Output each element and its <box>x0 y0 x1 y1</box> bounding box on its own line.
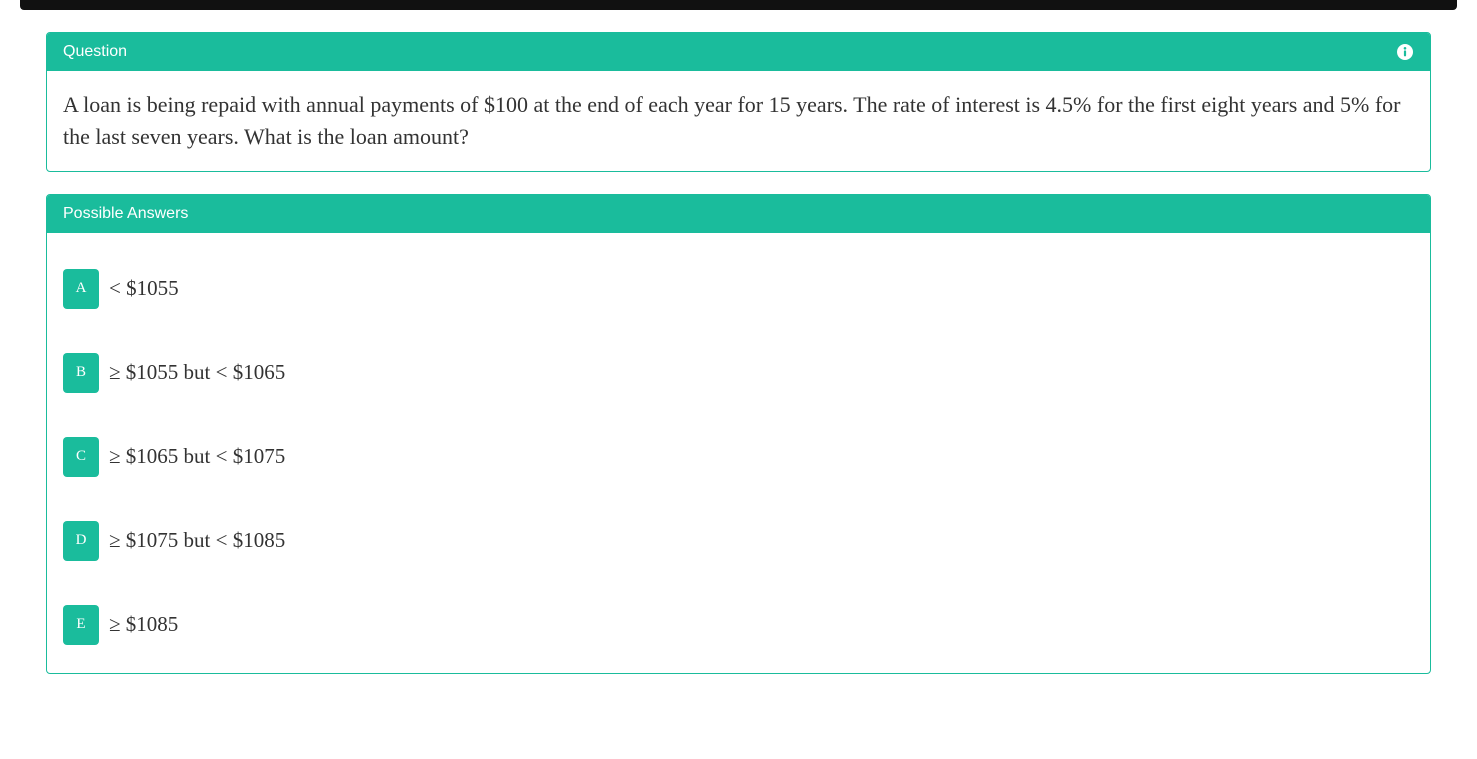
answer-option-b[interactable]: B ≥ $1055 but < $1065 <box>63 353 1414 393</box>
info-icon[interactable] <box>1396 43 1414 61</box>
question-body: A loan is being repaid with annual payme… <box>47 71 1430 171</box>
answer-text: ≥ $1085 <box>109 612 178 637</box>
answer-letter: B <box>63 353 99 393</box>
answer-letter: E <box>63 605 99 645</box>
answer-option-e[interactable]: E ≥ $1085 <box>63 605 1414 645</box>
top-bar <box>20 0 1457 10</box>
answer-option-c[interactable]: C ≥ $1065 but < $1075 <box>63 437 1414 477</box>
answers-panel-header: Possible Answers <box>47 195 1430 233</box>
answers-panel: Possible Answers A < $1055 B ≥ $1055 but… <box>46 194 1431 674</box>
answer-text: ≥ $1075 but < $1085 <box>109 528 285 553</box>
answers-body: A < $1055 B ≥ $1055 but < $1065 C ≥ $106… <box>47 233 1430 673</box>
question-header-label: Question <box>63 43 127 61</box>
question-panel-header: Question <box>47 33 1430 71</box>
answer-option-a[interactable]: A < $1055 <box>63 269 1414 309</box>
answer-text: < $1055 <box>109 276 179 301</box>
question-text: A loan is being repaid with annual payme… <box>63 89 1414 153</box>
answer-text: ≥ $1055 but < $1065 <box>109 360 285 385</box>
answer-letter: A <box>63 269 99 309</box>
answer-letter: C <box>63 437 99 477</box>
answers-header-label: Possible Answers <box>63 205 188 223</box>
answer-letter: D <box>63 521 99 561</box>
question-panel: Question A loan is being repaid with ann… <box>46 32 1431 172</box>
answer-option-d[interactable]: D ≥ $1075 but < $1085 <box>63 521 1414 561</box>
answer-text: ≥ $1065 but < $1075 <box>109 444 285 469</box>
